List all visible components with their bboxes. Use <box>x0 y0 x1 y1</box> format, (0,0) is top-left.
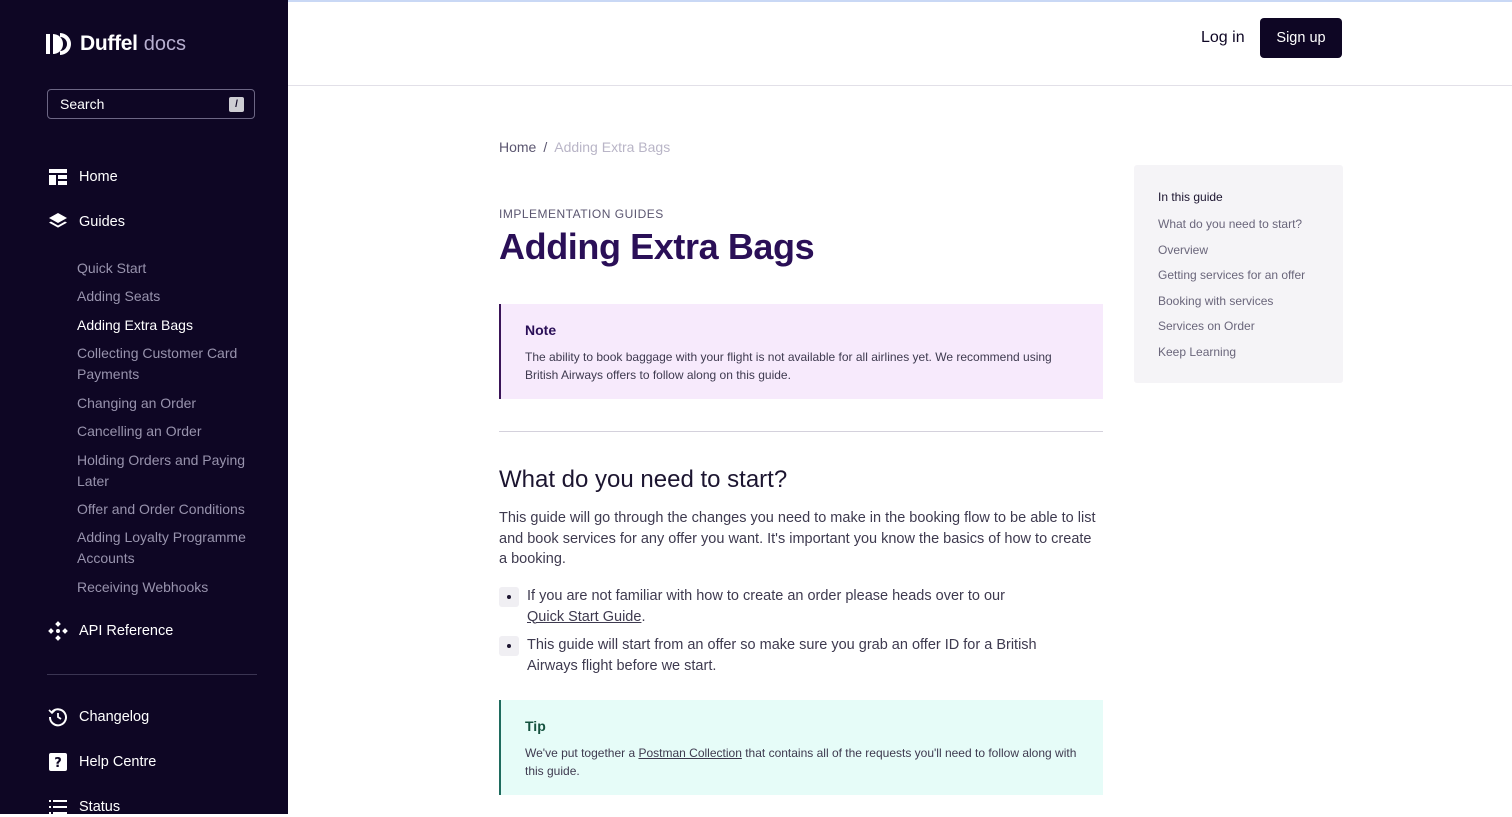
breadcrumb: Home / Adding Extra Bags <box>499 139 670 155</box>
sidebar-item-quick-start[interactable]: Quick Start <box>77 258 257 279</box>
breadcrumb-home[interactable]: Home <box>499 139 536 155</box>
signup-button[interactable]: Sign up <box>1260 18 1342 58</box>
nav-api-reference[interactable]: API Reference <box>48 621 173 641</box>
postman-collection-link[interactable]: Postman Collection <box>638 746 741 760</box>
section-heading: What do you need to start? <box>499 466 788 493</box>
tip-text-before: We've put together a <box>525 746 636 760</box>
page-title: Adding Extra Bags <box>499 226 815 267</box>
intro-paragraph: This guide will go through the changes y… <box>499 510 1096 567</box>
brand-name: Duffel <box>80 32 138 55</box>
dashboard-icon <box>48 167 68 187</box>
toc-item-booking-with-services[interactable]: Booking with services <box>1158 289 1343 315</box>
sidebar-item-adding-extra-bags[interactable]: Adding Extra Bags <box>77 315 257 336</box>
toc-heading: In this guide <box>1158 190 1223 204</box>
sidebar-divider <box>47 674 257 675</box>
sidebar-item-cancelling-order[interactable]: Cancelling an Order <box>77 421 257 442</box>
toc-item-keep-learning[interactable]: Keep Learning <box>1158 340 1343 366</box>
toc-item-what-do-you-need[interactable]: What do you need to start? <box>1158 212 1343 238</box>
login-link[interactable]: Log in <box>1201 29 1245 47</box>
page-category: IMPLEMENTATION GUIDES <box>499 207 664 221</box>
bullet-icon <box>499 636 519 656</box>
nav-status-label: Status <box>79 799 121 815</box>
tip-heading: Tip <box>525 718 546 734</box>
nav-changelog-label: Changelog <box>79 709 150 725</box>
brand-suffix: docs <box>143 32 186 55</box>
nav-guides-label: Guides <box>79 214 125 230</box>
note-heading: Note <box>525 322 557 338</box>
sidebar-item-offer-order-conditions[interactable]: Offer and Order Conditions <box>77 499 257 520</box>
bullet2-text: This guide will start from an offer so m… <box>527 637 1037 674</box>
toc-item-getting-services[interactable]: Getting services for an offer <box>1158 263 1343 289</box>
note-callout: Note The ability to book baggage with yo… <box>499 304 1103 399</box>
layers-icon <box>48 212 68 232</box>
sidebar-item-holding-orders[interactable]: Holding Orders and Paying Later <box>77 450 257 491</box>
tip-text: We've put together a Postman Collection … <box>525 744 1079 780</box>
sidebar-item-receiving-webhooks[interactable]: Receiving Webhooks <box>77 577 257 598</box>
search-input[interactable]: Search / <box>47 89 255 119</box>
duffel-logo-icon <box>46 33 71 55</box>
search-label: Search <box>60 96 105 112</box>
nav-changelog[interactable]: Changelog <box>48 707 149 727</box>
nav-status[interactable]: Status <box>48 797 120 817</box>
breadcrumb-separator: / <box>543 139 548 155</box>
help-icon: ? <box>48 752 68 772</box>
nav-home-label: Home <box>79 169 118 185</box>
tip-callout: Tip We've put together a Postman Collect… <box>499 700 1103 795</box>
note-text: The ability to book baggage with your fl… <box>525 350 1052 382</box>
content-divider <box>499 431 1103 432</box>
bullet-icon <box>499 587 519 607</box>
nav-help-centre[interactable]: ? Help Centre <box>48 752 156 772</box>
list-icon <box>48 797 68 817</box>
nav-guides[interactable]: Guides <box>48 212 125 232</box>
svg-text:?: ? <box>54 756 62 771</box>
toc-item-services-on-order[interactable]: Services on Order <box>1158 314 1343 340</box>
sidebar-item-changing-order[interactable]: Changing an Order <box>77 393 257 414</box>
breadcrumb-current: Adding Extra Bags <box>554 139 671 155</box>
sidebar-item-loyalty-accounts[interactable]: Adding Loyalty Programme Accounts <box>77 527 257 568</box>
bullet1-end: . <box>641 608 646 625</box>
list-item: If you are not familiar with how to crea… <box>499 586 1087 627</box>
bullet1-text: If you are not familiar with how to crea… <box>527 588 1005 604</box>
sidebar-item-adding-seats[interactable]: Adding Seats <box>77 286 257 307</box>
nav-help-centre-label: Help Centre <box>79 754 157 770</box>
list-item-text: If you are not familiar with how to crea… <box>527 586 1087 627</box>
nav-api-reference-label: API Reference <box>79 623 174 639</box>
sidebar-item-collecting-card-payments[interactable]: Collecting Customer Card Payments <box>77 343 257 384</box>
toc-item-overview[interactable]: Overview <box>1158 238 1343 264</box>
table-of-contents: In this guide What do you need to start?… <box>1134 165 1343 383</box>
history-icon <box>48 707 68 727</box>
nav-home[interactable]: Home <box>48 167 118 187</box>
quick-start-guide-link[interactable]: Quick Start Guide <box>527 609 641 625</box>
duffel-docs-logo[interactable]: Duffel docs <box>46 30 186 58</box>
api-icon <box>48 621 68 641</box>
list-item: This guide will start from an offer so m… <box>499 635 1087 676</box>
sidebar: Duffel docs Search / Home Guides Quick S… <box>0 0 288 817</box>
search-shortcut-badge: / <box>229 96 244 112</box>
